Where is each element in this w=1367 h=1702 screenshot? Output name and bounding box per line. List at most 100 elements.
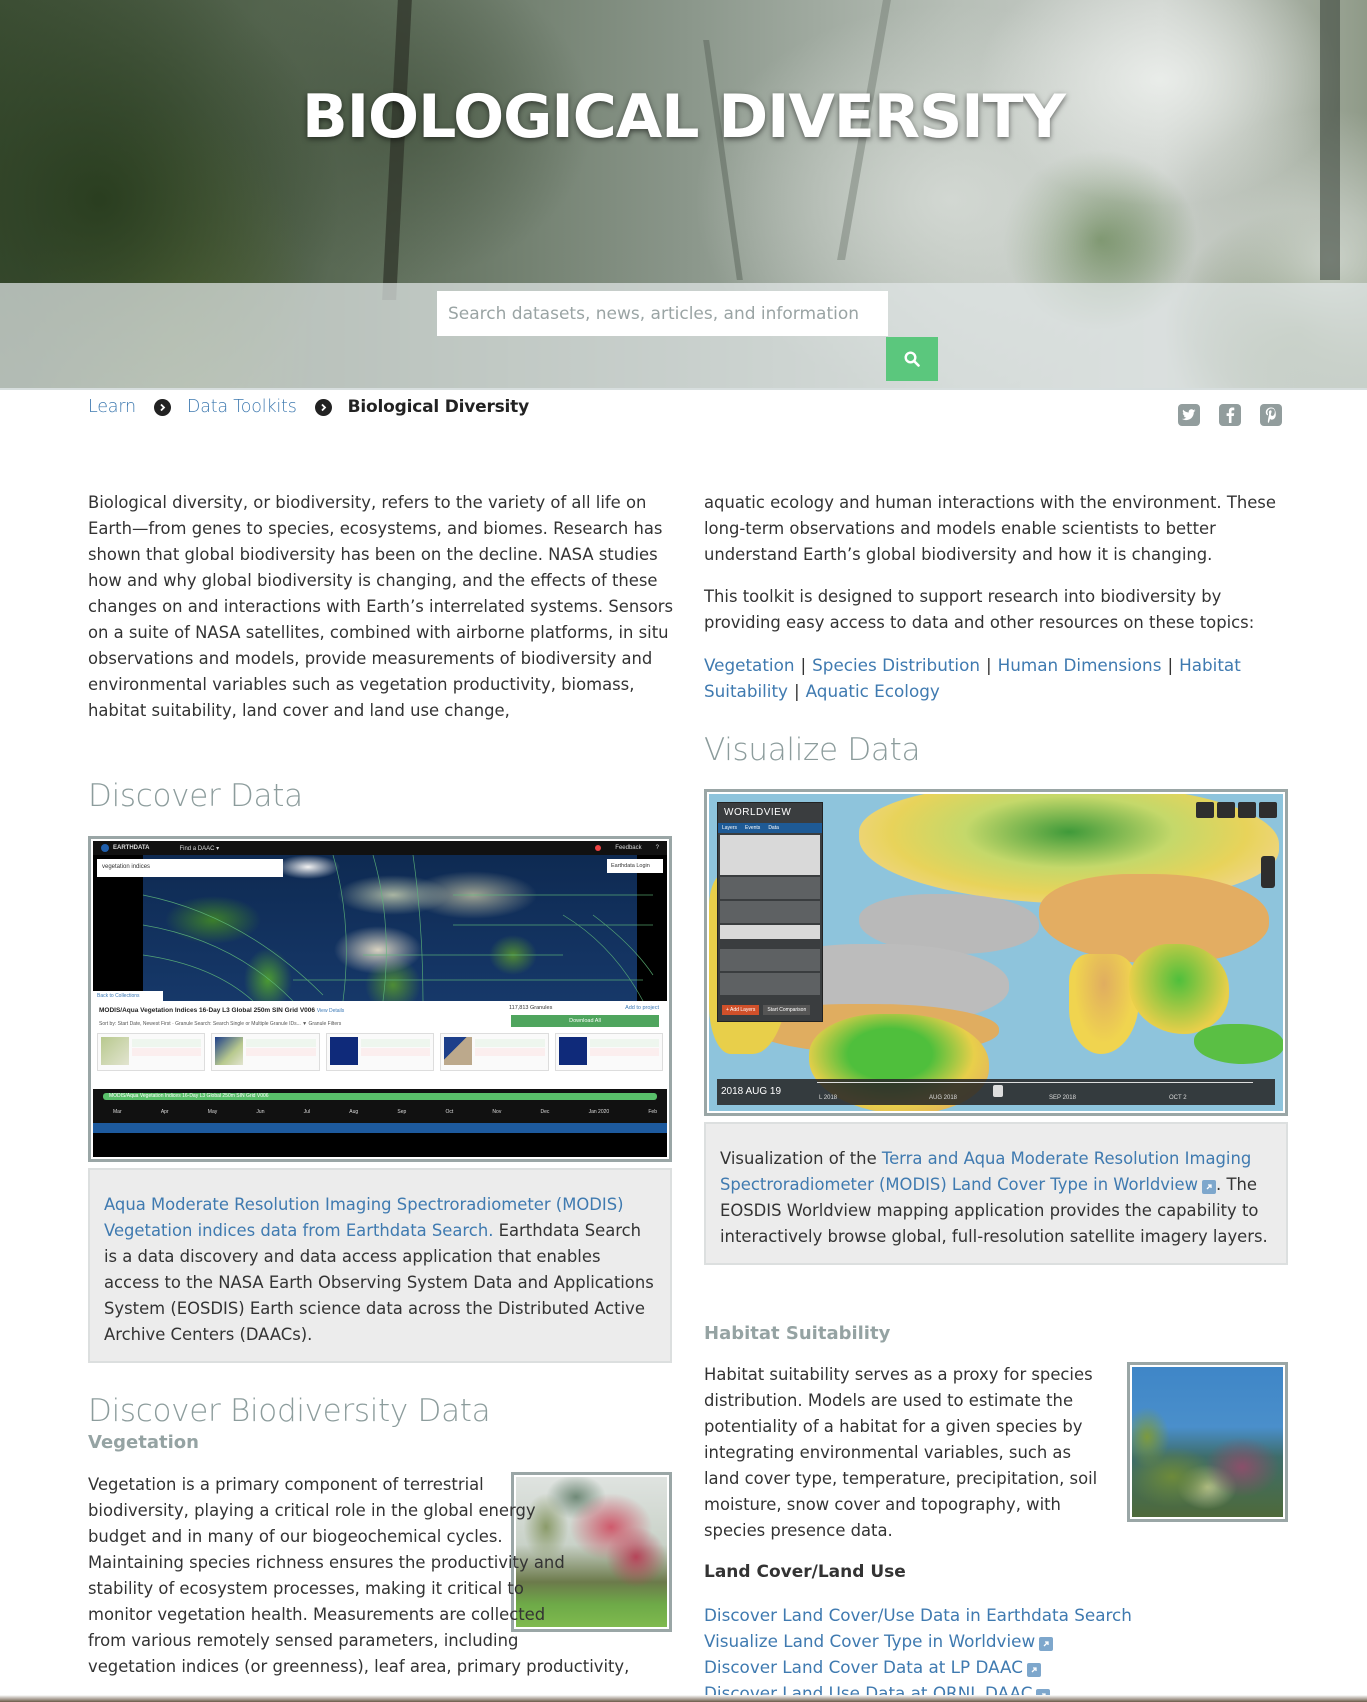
chevron-right-icon <box>153 398 171 416</box>
layer-item <box>720 949 820 971</box>
earthdata-brand: EARTHDATA <box>113 845 150 851</box>
worldview-caption: Visualization of the Terra and Aqua Mode… <box>704 1122 1288 1265</box>
land-cover-worldview-link[interactable]: Visualize Land Cover Type in Worldview <box>704 1631 1054 1651</box>
toolkit-description: This toolkit is designed to support rese… <box>704 587 1255 632</box>
granule-card <box>211 1033 320 1071</box>
layer-item <box>720 877 820 899</box>
vegetation-paragraph: Vegetation is a primary component of ter… <box>88 1472 684 1680</box>
worldview-map: WORLDVIEW Layers Events Data + Add Layers … <box>709 794 1283 1111</box>
habitat-paragraph: Habitat suitability serves as a proxy fo… <box>704 1365 1098 1540</box>
back-to-collections-link: Back to Collections <box>93 991 163 1001</box>
twitter-icon[interactable] <box>1178 404 1200 426</box>
help-icon: ? <box>655 845 659 851</box>
granule-card <box>554 1033 664 1071</box>
external-link-icon <box>1039 1637 1054 1651</box>
breadcrumb-learn[interactable]: Learn <box>88 397 136 417</box>
granule-cards <box>97 1033 664 1071</box>
separator: | <box>985 655 992 675</box>
topic-links: Vegetation | Species Distribution | Human Di… <box>704 652 1284 704</box>
start-comparison-button: Start Comparison <box>763 1005 811 1015</box>
breadcrumb: Learn Data Toolkits Biological Diversity <box>88 395 529 419</box>
layer-item <box>720 835 820 875</box>
camera-icon <box>1238 802 1256 818</box>
panel-buttons: + Add Layers Start Comparison <box>722 1005 811 1015</box>
granule-card <box>325 1033 435 1071</box>
worldview-layers-panel: WORLDVIEW Layers Events Data + Add Layers … <box>717 802 823 1022</box>
separator: | <box>793 681 800 701</box>
timeline-months: Mar Apr May Jun Jul Aug Sep Oct Nov Dec Jan 2020 Fe… <box>113 1109 657 1115</box>
land-cover-lp-daac-link[interactable]: Discover Land Cover Data at LP DAAC <box>704 1657 1041 1677</box>
map-land <box>1194 1024 1283 1064</box>
earthdata-search-screenshot[interactable]: EARTHDATA Find a DAAC ▾ Feedback ? veget… <box>88 836 672 1162</box>
page-title: BIOLOGICAL DIVERSITY <box>302 82 1066 152</box>
collection-title: MODIS/Aqua Vegetation Indices 16-Day L3 … <box>99 1007 345 1014</box>
chevron-right-icon <box>314 398 332 416</box>
search-icon <box>904 351 920 367</box>
habitat-suitability-heading: Habitat Suitability <box>704 1323 891 1344</box>
intro-paragraph-right: aquatic ecology and human interactions w… <box>704 493 1276 564</box>
discover-biodiversity-heading: Discover Biodiversity Data <box>88 1393 491 1429</box>
intro-paragraph-left: Biological diversity, or biodiversity, r… <box>88 493 674 720</box>
coral-reef-image <box>1132 1367 1283 1517</box>
topic-link-aquatic-ecology[interactable]: Aquatic Ecology <box>806 681 940 701</box>
habitat-photo <box>1127 1362 1288 1522</box>
feedback-link: Feedback <box>615 845 642 851</box>
discover-data-heading: Discover Data <box>88 778 303 814</box>
earthdata-search-field: vegetation indices <box>97 859 283 877</box>
worldview-timeline: 2018 AUG 19 L 2018 AUG 2018 SEP 2018 OCT… <box>717 1079 1275 1105</box>
timeline-handle <box>993 1085 1003 1097</box>
timeline-collection-bar: MODIS/Aqua Vegetation Indices 16-Day L3 … <box>103 1093 657 1100</box>
land-cover-heading: Land Cover/Land Use <box>704 1562 906 1582</box>
earthdata-caption: Aqua Moderate Resolution Imaging Spectro… <box>88 1168 672 1363</box>
external-link-icon <box>1202 1180 1217 1194</box>
breadcrumb-current: Biological Diversity <box>347 397 530 417</box>
share-icon <box>1196 802 1214 818</box>
social-share <box>1159 404 1282 426</box>
notification-bell-icon <box>595 845 602 851</box>
layer-item <box>720 973 820 995</box>
map-land <box>1069 954 1139 1054</box>
land-cover-links: Discover Land Cover/Use Data in Earthdat… <box>704 1602 1284 1702</box>
earthdata-timeline: MODIS/Aqua Vegetation Indices 16-Day L3 … <box>93 1089 667 1123</box>
divider <box>0 388 1367 390</box>
timeline-scale: L 2018 AUG 2018 SEP 2018 OCT 2 <box>817 1082 1253 1102</box>
external-link-icon <box>1026 1663 1041 1677</box>
float-spacer <box>566 1472 684 1654</box>
separator: | <box>800 655 807 675</box>
layer-item <box>720 925 820 939</box>
land-cover-earthdata-link[interactable]: Discover Land Cover/Use Data in Earthdat… <box>704 1605 1132 1625</box>
earthdata-login-button: Earthdata Login <box>607 859 663 873</box>
topic-link-species-distribution[interactable]: Species Distribution <box>812 655 980 675</box>
separator: | <box>1167 655 1174 675</box>
breadcrumb-data-toolkits[interactable]: Data Toolkits <box>187 397 297 417</box>
map-land <box>1129 944 1229 1034</box>
pinterest-icon[interactable] <box>1260 404 1282 426</box>
hero-banner: BIOLOGICAL DIVERSITY <box>0 0 1367 390</box>
zoom-controls <box>1261 856 1275 888</box>
worldview-toolbar <box>1196 802 1277 818</box>
topic-link-vegetation[interactable]: Vegetation <box>704 655 795 675</box>
granule-card <box>440 1033 549 1071</box>
visualize-data-heading: Visualize Data <box>704 732 921 768</box>
window-bottom-edge <box>0 1695 1367 1702</box>
layer-item <box>720 901 820 923</box>
granule-card <box>97 1033 206 1071</box>
timeline-date: 2018 AUG 19 <box>721 1086 782 1097</box>
earthdata-header: EARTHDATA Find a DAAC ▾ Feedback ? <box>93 841 667 855</box>
earthdata-map: vegetation indices Earthdata Login Back … <box>93 855 667 1001</box>
search-button[interactable] <box>886 337 938 381</box>
worldview-tabs: Layers Events Data <box>718 823 822 833</box>
hero-tree-trunk <box>703 40 743 280</box>
download-all-button: Download All <box>511 1015 659 1027</box>
add-layers-button: + Add Layers <box>722 1005 760 1015</box>
worldview-logo: WORLDVIEW <box>724 807 792 818</box>
earthdata-search-app: EARTHDATA Find a DAAC ▾ Feedback ? veget… <box>93 841 667 1157</box>
worldview-screenshot[interactable]: WORLDVIEW Layers Events Data + Add Layers … <box>704 789 1288 1116</box>
facebook-icon[interactable] <box>1219 404 1241 426</box>
nasa-logo-icon <box>101 844 109 852</box>
topic-link-human-dimensions[interactable]: Human Dimensions <box>998 655 1162 675</box>
search-input[interactable] <box>437 291 888 336</box>
worldview-caption-prefix: Visualization of the <box>720 1149 882 1168</box>
earthdata-footer <box>93 1123 667 1133</box>
sort-controls: Sort by: Start Date, Newest First · Gran… <box>99 1021 342 1027</box>
